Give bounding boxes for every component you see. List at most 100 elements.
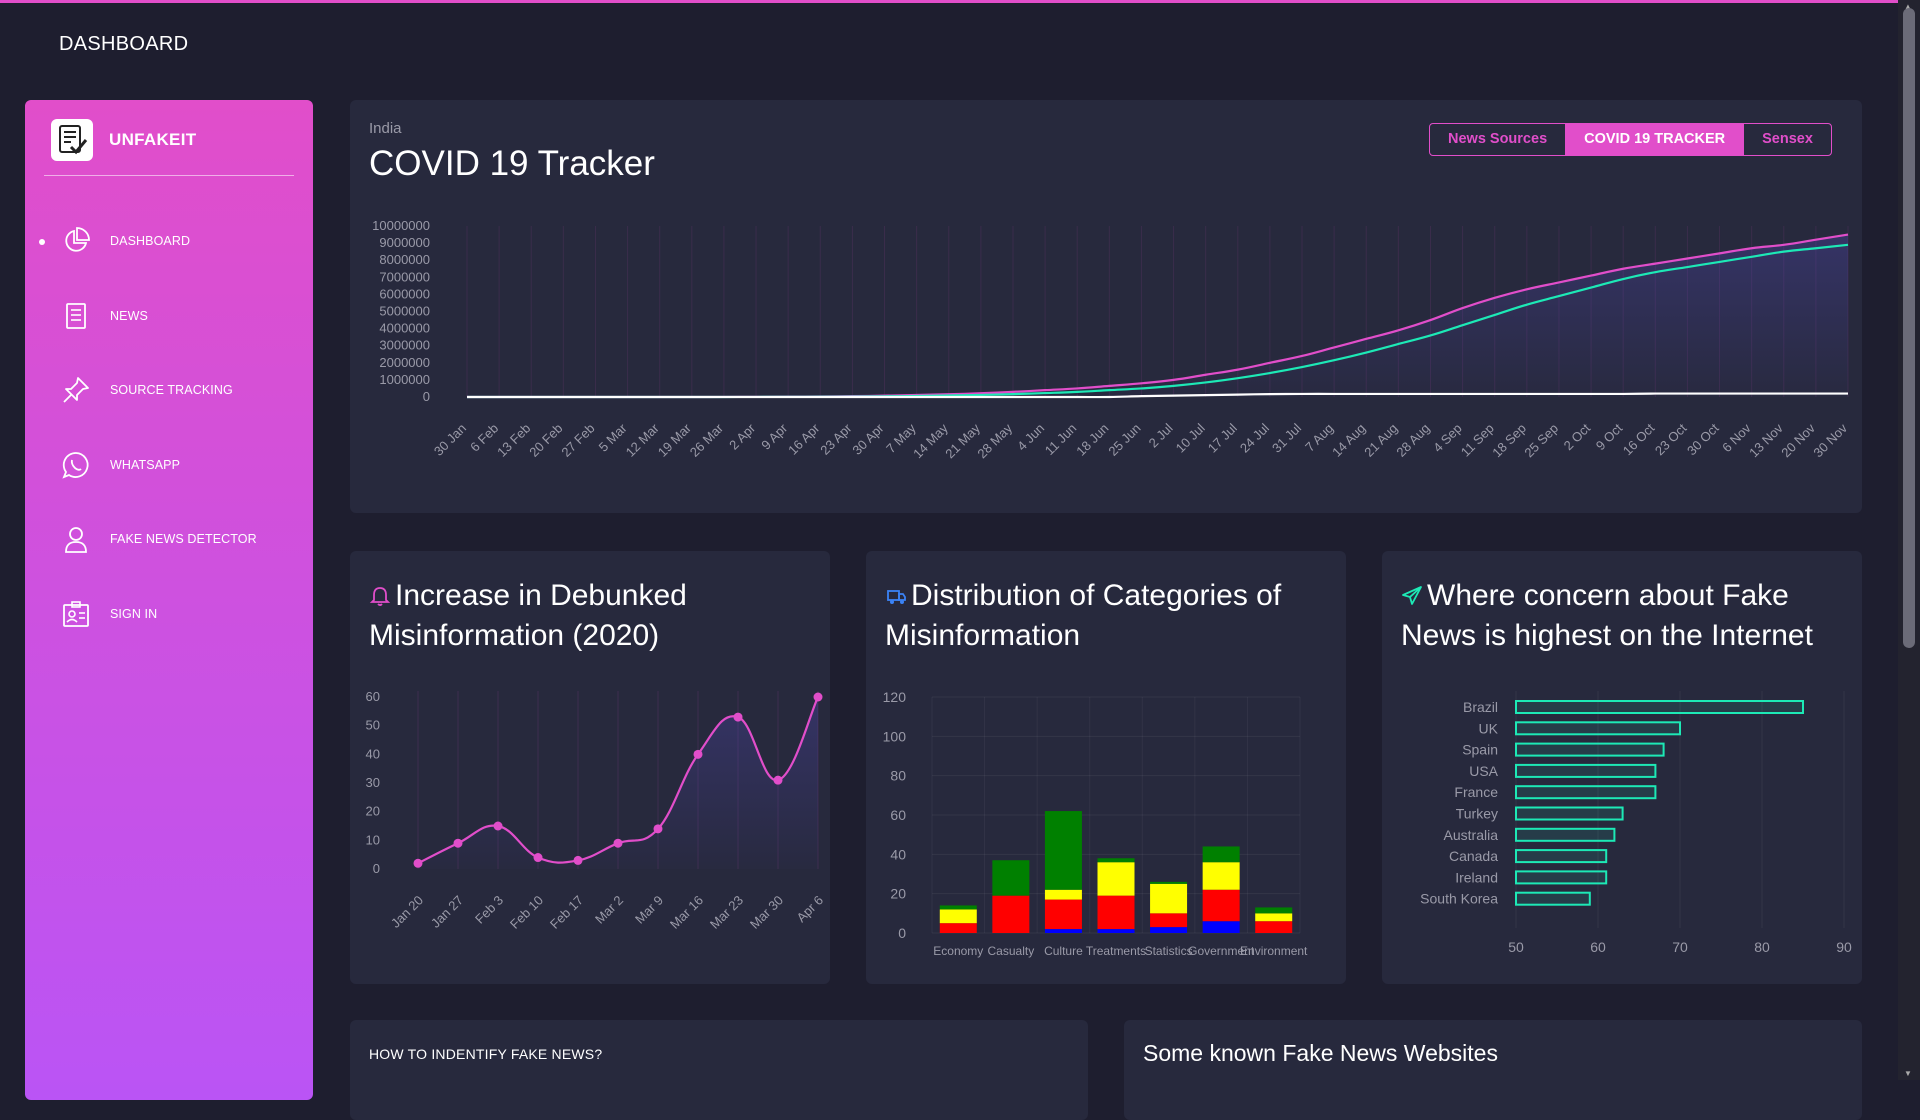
data-point <box>453 838 463 848</box>
y-tick-label: Ireland <box>1455 869 1498 885</box>
active-indicator <box>39 239 45 245</box>
x-tick-label: 18 Sep <box>1489 421 1529 461</box>
x-tick-label: 16 Oct <box>1620 420 1658 458</box>
sidebar-item-fake-news-detector[interactable]: FAKE NEWS DETECTOR <box>25 508 313 583</box>
bar <box>1515 870 1608 885</box>
x-tick-label: 2 Oct <box>1561 420 1594 453</box>
bar-segment <box>1202 921 1240 933</box>
data-point <box>773 775 783 785</box>
categories-card: Distribution of Categories of Misinforma… <box>866 551 1346 984</box>
data-point <box>533 853 543 863</box>
y-tick-label: 0 <box>373 861 380 876</box>
x-tick-label: 19 Mar <box>655 420 695 460</box>
y-tick-label: 3000000 <box>379 338 430 353</box>
y-tick-label: Turkey <box>1456 806 1498 822</box>
y-tick-label: 7000000 <box>379 269 430 284</box>
y-tick-label: 80 <box>890 768 906 784</box>
x-tick-label: Jan 27 <box>428 893 466 931</box>
x-tick-label: Culture <box>1044 944 1083 958</box>
scrollbar-thumb[interactable] <box>1903 8 1915 648</box>
page-scrollbar[interactable]: ▲ ▼ <box>1898 0 1920 1080</box>
y-tick-label: 60 <box>366 689 380 704</box>
x-tick-label: 28 Aug <box>1393 421 1432 460</box>
page-title: DASHBOARD <box>59 33 189 55</box>
y-tick-label: Spain <box>1462 742 1498 758</box>
bar <box>1515 827 1616 842</box>
y-tick-label: 1000000 <box>379 372 430 387</box>
y-tick-label: 6000000 <box>379 286 430 301</box>
bar-segment <box>1202 846 1240 863</box>
brand[interactable]: UNFAKEIT <box>51 118 311 162</box>
y-tick-label: Brazil <box>1463 699 1498 715</box>
bar-segment <box>1097 858 1135 863</box>
card-title: HOW TO INDENTIFY FAKE NEWS? <box>369 1046 603 1062</box>
sidebar: UNFAKEIT DASHBOARD NEWS SOURCE TRACKING <box>25 100 313 1100</box>
data-point <box>653 824 663 834</box>
concern-card: Where concern about Fake News is highest… <box>1382 551 1862 984</box>
data-point <box>693 749 703 759</box>
x-tick-label: Feb 17 <box>547 893 586 932</box>
bar-segment <box>1044 889 1082 900</box>
sidebar-item-label: NEWS <box>110 308 148 323</box>
x-tick-label: 16 Apr <box>785 420 823 458</box>
checklist-icon <box>51 119 93 161</box>
pin-icon <box>61 375 91 405</box>
y-tick-label: 20 <box>890 886 906 902</box>
bar <box>1515 721 1681 736</box>
x-tick-label: Casualty <box>988 944 1035 958</box>
x-tick-label: 23 Apr <box>817 420 855 458</box>
bar-segment <box>939 905 977 910</box>
data-point <box>613 838 623 848</box>
sidebar-item-source-tracking[interactable]: SOURCE TRACKING <box>25 359 313 434</box>
bar-segment <box>1097 929 1135 933</box>
y-tick-label: 8000000 <box>379 252 430 267</box>
sidebar-item-whatsapp[interactable]: WHATSAPP <box>25 434 313 509</box>
y-tick-label: France <box>1454 784 1498 800</box>
y-tick-label: 2000000 <box>379 355 430 370</box>
bar-segment <box>1150 927 1188 933</box>
covid-line-chart: 30 Jan6 Feb13 Feb20 Feb27 Feb5 Mar12 Mar… <box>372 218 1850 461</box>
x-tick-label: 12 Mar <box>623 420 663 460</box>
concern-hbar-chart: 50 60 70 80 90 Brazil UK Spain USA France Turkey Au… <box>1420 691 1852 955</box>
x-tick-label: 13 Nov <box>1746 420 1786 460</box>
x-tick-label: 30 Oct <box>1684 420 1722 458</box>
scroll-down-icon[interactable]: ▼ <box>1904 1069 1912 1078</box>
bar-segment <box>939 909 977 924</box>
categories-bar-chart: 0 20 40 60 80 100 120 Economy Casualty Culture Tre… <box>883 689 1308 958</box>
bar-segment <box>1255 921 1293 933</box>
y-tick-label: 100 <box>883 728 907 744</box>
x-tick-label: Mar 30 <box>747 893 786 932</box>
y-tick-label: 40 <box>366 746 380 761</box>
y-tick-label: 30 <box>366 775 380 790</box>
x-tick-label: Economy <box>933 944 983 958</box>
sidebar-item-dashboard[interactable]: DASHBOARD <box>25 210 313 285</box>
y-tick-label: 10 <box>366 832 380 847</box>
y-tick-label: 0 <box>423 389 430 404</box>
x-tick-label: Apr 6 <box>794 893 827 926</box>
x-tick-label: 50 <box>1508 939 1524 955</box>
bar-segment <box>1150 881 1188 884</box>
brand-name: UNFAKEIT <box>109 130 197 149</box>
x-tick-label: Environment <box>1240 944 1308 958</box>
y-tick-label: USA <box>1469 763 1498 779</box>
sidebar-item-sign-in[interactable]: SIGN IN <box>25 583 313 658</box>
sidebar-nav: DASHBOARD NEWS SOURCE TRACKING WHATSAPP … <box>25 210 313 657</box>
bar-segment <box>1255 913 1293 922</box>
document-icon <box>61 301 91 331</box>
y-tick-label: 120 <box>883 689 907 705</box>
x-tick-label: Feb 10 <box>507 893 546 932</box>
identify-fake-news-card: HOW TO INDENTIFY FAKE NEWS? <box>350 1020 1088 1120</box>
covid-tracker-card: India COVID 19 Tracker News Sources COVI… <box>350 100 1862 513</box>
bar <box>1515 785 1657 800</box>
x-tick-label: 11 Jun <box>1042 421 1080 459</box>
bar-segment <box>1202 889 1240 922</box>
x-tick-label: 11 Sep <box>1458 421 1497 460</box>
x-tick-label: 21 Aug <box>1361 421 1400 460</box>
sidebar-item-label: SOURCE TRACKING <box>110 383 233 397</box>
sidebar-item-label: FAKE NEWS DETECTOR <box>110 532 257 546</box>
y-tick-label: 9000000 <box>379 235 430 250</box>
user-icon <box>61 524 91 554</box>
sidebar-item-news[interactable]: NEWS <box>25 285 313 360</box>
sidebar-item-label: DASHBOARD <box>110 234 191 248</box>
x-tick-label: Feb 3 <box>472 893 506 927</box>
